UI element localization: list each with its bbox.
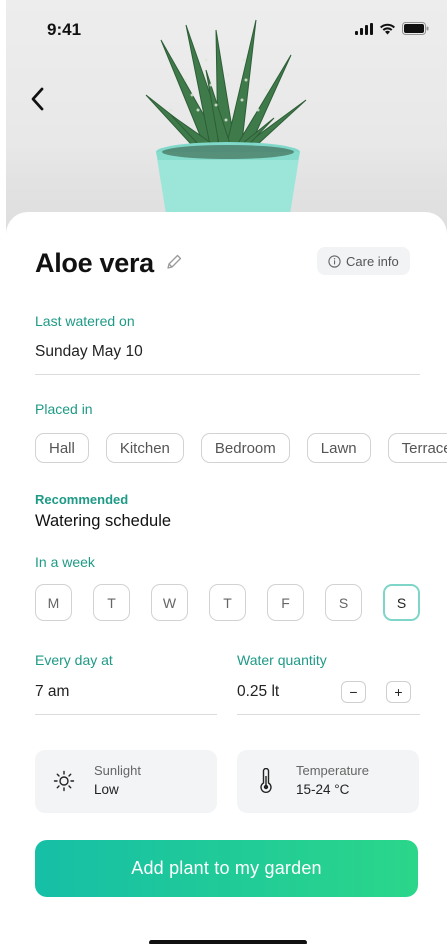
time-underline (35, 714, 217, 715)
day-friday[interactable]: F (267, 584, 304, 621)
day-wednesday[interactable]: W (151, 584, 188, 621)
last-watered-underline (35, 374, 420, 375)
edit-name-button[interactable] (165, 253, 183, 276)
last-watered-label: Last watered on (35, 313, 135, 329)
temperature-card: Temperature 15-24 °C (237, 750, 419, 813)
placement-chip-kitchen[interactable]: Kitchen (105, 433, 184, 463)
day-monday[interactable]: M (35, 584, 72, 621)
quantity-underline (237, 714, 420, 715)
weekday-selector: M T W T F S S (35, 584, 420, 621)
placement-chip-lawn[interactable]: Lawn (306, 433, 371, 463)
chevron-left-icon (31, 87, 44, 111)
care-info-label: Care info (346, 253, 399, 269)
day-saturday[interactable]: S (325, 584, 362, 621)
day-sunday[interactable]: S (383, 584, 420, 621)
placement-chip-bedroom[interactable]: Bedroom (200, 433, 290, 463)
add-to-garden-button[interactable]: Add plant to my garden (35, 840, 418, 897)
water-quantity-value: 0.25 lt (237, 683, 280, 700)
water-quantity-label: Water quantity (237, 652, 327, 668)
time-value[interactable]: 7 am (35, 683, 69, 701)
thermometer-icon (260, 768, 272, 793)
placement-chip-terrace[interactable]: Terrace (387, 433, 447, 463)
quantity-decrease-button[interactable]: − (341, 681, 366, 703)
last-watered-value[interactable]: Sunday May 10 (35, 343, 143, 361)
quantity-increase-button[interactable]: + (386, 681, 411, 703)
sunlight-title: Sunlight (94, 763, 141, 778)
status-bar: 9:41 (0, 0, 447, 56)
plant-detail-screen: 9:41 Aloe vera Care info Last watered on… (0, 0, 447, 944)
signal-icon (355, 22, 373, 35)
status-icons (355, 22, 429, 35)
placement-chip-hall[interactable]: Hall (35, 433, 89, 463)
recommended-label: Recommended (35, 492, 129, 507)
back-button[interactable] (28, 84, 50, 114)
every-day-label: Every day at (35, 652, 113, 668)
sunlight-card: Sunlight Low (35, 750, 217, 813)
day-tuesday[interactable]: T (93, 584, 130, 621)
plant-name: Aloe vera (35, 248, 154, 278)
status-time: 9:41 (47, 20, 82, 39)
info-icon (328, 254, 341, 268)
plant-detail-sheet: Aloe vera Care info Last watered on Sund… (6, 212, 447, 944)
temperature-title: Temperature (296, 763, 369, 778)
battery-icon (402, 22, 429, 35)
care-info-button[interactable]: Care info (317, 247, 410, 275)
sun-icon (53, 770, 75, 792)
home-indicator (149, 940, 307, 944)
temperature-value: 15-24 °C (296, 782, 350, 797)
day-thursday[interactable]: T (209, 584, 246, 621)
watering-schedule-title: Watering schedule (35, 512, 172, 530)
placed-in-label: Placed in (35, 401, 93, 417)
pencil-icon (167, 254, 182, 269)
sunlight-value: Low (94, 782, 119, 797)
week-label: In a week (35, 554, 95, 570)
wifi-icon (380, 23, 395, 34)
placement-chips: Hall Kitchen Bedroom Lawn Terrace (35, 433, 447, 463)
